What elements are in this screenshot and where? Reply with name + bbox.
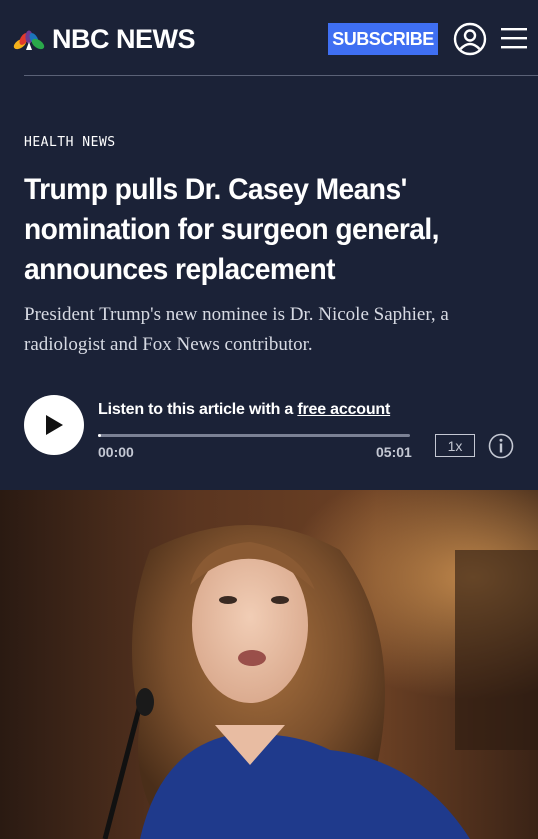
play-icon [46, 415, 63, 435]
hamburger-menu-icon[interactable] [501, 27, 527, 49]
site-header: NBC NEWS SUBSCRIBE [0, 0, 538, 76]
listen-prompt: Listen to this article with a free accou… [98, 401, 390, 419]
current-time: 00:00 [98, 444, 134, 460]
logo-text: NBC NEWS [52, 24, 196, 54]
audio-progress-bar[interactable] [98, 434, 410, 437]
free-account-link[interactable]: free account [297, 401, 390, 418]
article-dek: President Trump's new nominee is Dr. Nic… [24, 304, 449, 355]
info-icon[interactable] [488, 433, 514, 459]
article-headline: Trump pulls Dr. Casey Means' nomination … [24, 173, 440, 286]
section-kicker[interactable]: HEALTH NEWS [24, 135, 116, 150]
peacock-icon [13, 30, 45, 50]
article-hero-photo[interactable] [0, 490, 538, 839]
hero-image [0, 490, 538, 839]
account-icon[interactable] [453, 22, 487, 56]
playback-speed-button[interactable]: 1x [435, 434, 475, 457]
header-divider [24, 75, 538, 76]
play-button[interactable] [24, 395, 84, 455]
nbc-news-logo[interactable]: NBC NEWS [12, 24, 196, 55]
audio-progress-fill [98, 434, 101, 437]
subscribe-button[interactable]: SUBSCRIBE [328, 23, 438, 55]
listen-text: Listen to this article with a [98, 401, 298, 418]
total-time: 05:01 [376, 444, 412, 460]
